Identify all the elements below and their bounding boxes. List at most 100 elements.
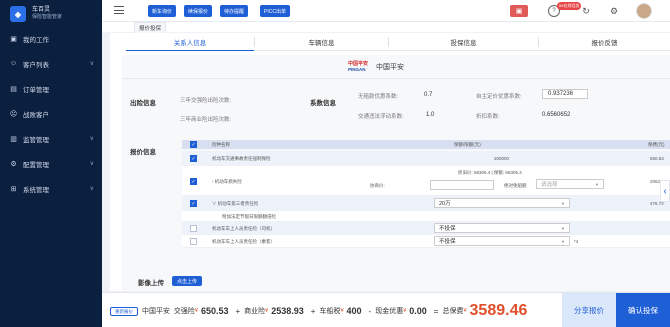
jq-premium: 650.53 [200, 306, 229, 316]
no-claim-coef-value: 0.7 [424, 92, 433, 98]
settings-icon[interactable]: ⚙ [608, 5, 620, 17]
deductible-label: 绝对免赔额 [504, 183, 527, 188]
sy-premium: 2538.93 [271, 306, 304, 316]
tab-quote-feedback[interactable]: 报价反馈 [539, 33, 670, 51]
avatar[interactable] [636, 3, 652, 19]
col-amount: 保额/限额(元) [454, 142, 481, 147]
monitor-icon: ▥ [10, 135, 17, 143]
table-row: ✓ ∨ 机动车第三者责任险 20万 ▼ 476.72 [182, 196, 670, 211]
sidebar-item-label: 监管管理 [23, 136, 49, 144]
coverage-name: ∨ 机动车第三者责任险 [212, 201, 259, 206]
sidebar: ◈ 车百灵 保险智能管家 ▣ 我的工作 ☺ 客户列表 ∨ ▤ 订单管理 ☹ 战败… [0, 0, 102, 327]
requote-button[interactable]: 重新报价 [110, 307, 138, 316]
insurer-header: 中国平安 PINGAN 中国平安 [348, 60, 404, 74]
footer-bar: 重新报价 中国平安 交强险 ¥650.53 + 商业险 ¥2538.93 + 车… [102, 292, 670, 327]
tab-quote-insure[interactable]: 报价投保 [134, 22, 167, 33]
self-pricing-coef-field[interactable]: 0.937236 [542, 89, 588, 99]
table-row: 机动车车上人员责任险（司机） 不投保 ▼ [182, 222, 670, 235]
row-checkbox[interactable]: ✓ [190, 200, 197, 207]
chevron-down-icon: ∨ [89, 186, 94, 192]
sidebar-item-my-work[interactable]: ▣ 我的工作 [0, 26, 102, 51]
quote-info-label: 报价信息 [130, 149, 156, 156]
sidebar-item-customers[interactable]: ☺ 客户列表 ∨ [0, 51, 102, 76]
tab-related-persons[interactable]: 关系人信息 [126, 33, 254, 51]
brand-name: 车百灵 [32, 7, 51, 13]
sidebar-item-label: 我的工作 [23, 36, 49, 44]
tab-insure-info[interactable]: 投保信息 [389, 33, 538, 51]
depreciation-info: 折旧价: 68306.4 | 保额: 68306.4 [458, 170, 522, 175]
discount-coef-label: 折扣系数: [476, 114, 500, 120]
coverage-name: 机动车车上人员责任险（司机） [212, 226, 275, 231]
system-icon: ⊞ [10, 185, 17, 193]
driver-liability-select[interactable]: 不投保 ▼ [434, 223, 570, 233]
coverage-premium: 650.53 [650, 156, 664, 161]
chevron-down-icon: ∨ [89, 61, 94, 67]
traffic-violation-coef-label: 交通违法浮动系数: [358, 114, 404, 120]
tab-vehicle-info[interactable]: 车辆信息 [255, 33, 388, 51]
logo-icon: ◈ [10, 6, 26, 22]
red-action-icon[interactable]: ▣ [510, 5, 528, 17]
order-icon: ▤ [10, 85, 17, 93]
coverage-amount: 200000 [494, 156, 510, 161]
topbar: 新车询价 续保报价 待办提醒 PICC出单 ▣ ? 88在线话务 ↻ ⚙ [102, 0, 670, 22]
confirm-insure-button[interactable]: 确认投保 [616, 293, 670, 327]
section-tabs: 关系人信息 车辆信息 投保信息 报价反馈 [126, 33, 670, 51]
coverage-name: 机动车交通事故责任强制保险 [212, 156, 271, 161]
menu-toggle-icon[interactable] [114, 6, 124, 14]
traffic-violation-coef-value: 1.0 [426, 112, 435, 118]
passenger-count: *4 [574, 239, 579, 244]
sidebar-item-label: 客户列表 [23, 61, 49, 69]
table-row: ✓ 机动车交通事故责任强制保险 200000 650.53 [182, 151, 670, 166]
refresh-icon[interactable]: ↻ [580, 5, 592, 17]
total-premium: 3589.46 [469, 302, 528, 319]
self-pricing-coef-label: 自主定价优惠系数: [476, 94, 522, 100]
chevron-down-icon: ∨ [89, 136, 94, 142]
picc-issue-button[interactable]: PICC出单 [260, 5, 290, 17]
row-checkbox[interactable] [190, 238, 197, 245]
footer-insurer: 中国平安 [142, 308, 170, 315]
row-checkbox[interactable]: ✓ [190, 155, 197, 162]
row-checkbox[interactable]: ✓ [190, 178, 197, 185]
vehicle-tax: 400 [346, 306, 362, 316]
chevron-down-icon: ▼ [561, 200, 565, 206]
chevron-down-icon: ▼ [561, 238, 565, 244]
sidebar-item-label: 订单管理 [23, 86, 49, 94]
deductible-select[interactable]: 请选择 ▼ [536, 179, 604, 189]
sidebar-item-label: 配置管理 [23, 161, 49, 169]
passenger-liability-select[interactable]: 不投保 ▼ [434, 236, 570, 246]
premium-summary: 中国平安 交强险 ¥650.53 + 商业险 ¥2538.93 + 车船税 ¥4… [142, 302, 528, 319]
online-badge: 88在线话务 [557, 2, 582, 10]
sidebar-item-monitoring[interactable]: ▥ 监管管理 ∨ [0, 126, 102, 151]
quote-table-header: ✓ 险种名称 保额/限额(元) 保费(元) [182, 140, 670, 149]
share-quote-button[interactable]: 分享报价 [562, 293, 616, 327]
sidebar-item-lost-customers[interactable]: ☹ 战败客户 [0, 101, 102, 126]
discount-coef-value: 0.6560652 [542, 112, 571, 118]
renewal-quote-button[interactable]: 续保报价 [184, 5, 213, 17]
chevron-down-icon: ▼ [595, 181, 599, 187]
no-claim-coef-label: 无赔款优惠系数: [358, 94, 399, 100]
sidebar-item-config[interactable]: ⚙ 配置管理 ∨ [0, 151, 102, 176]
todo-reminder-button[interactable]: 待办提醒 [220, 5, 249, 17]
brand-subtitle: 保险智能管家 [32, 14, 63, 20]
user-x-icon: ☹ [9, 110, 18, 118]
sy-claims-label: 三年商业险出险次数: [180, 117, 232, 123]
sidebar-item-system[interactable]: ⊞ 系统管理 ∨ [0, 176, 102, 201]
row-checkbox[interactable] [190, 225, 197, 232]
image-upload-label: 影像上传 [138, 280, 164, 287]
third-party-amount-select[interactable]: 20万 ▼ [434, 198, 570, 208]
pingan-logo: 中国平安 PINGAN [348, 61, 369, 73]
cash-discount: 0.00 [409, 306, 427, 316]
briefcase-icon: ▣ [10, 35, 17, 43]
chevron-left-icon[interactable]: ‹ [660, 180, 670, 202]
select-all-checkbox[interactable]: ✓ [190, 141, 197, 148]
sidebar-item-orders[interactable]: ▤ 订单管理 [0, 76, 102, 101]
negotiated-price-field[interactable] [430, 180, 494, 190]
new-car-quote-button[interactable]: 新车询价 [148, 5, 177, 17]
jq-claims-label: 三年交强险出险次数: [180, 98, 232, 104]
settings-icon: ⚙ [10, 160, 17, 168]
coverage-name: 附加法定节假日限额翻倍险 [222, 214, 276, 219]
upload-button[interactable]: 点击上传 [172, 276, 203, 286]
coverage-name: › 机动车损失险 [212, 179, 242, 184]
chevron-down-icon: ∨ [89, 161, 94, 167]
risk-info-label: 出险信息 [130, 100, 156, 107]
